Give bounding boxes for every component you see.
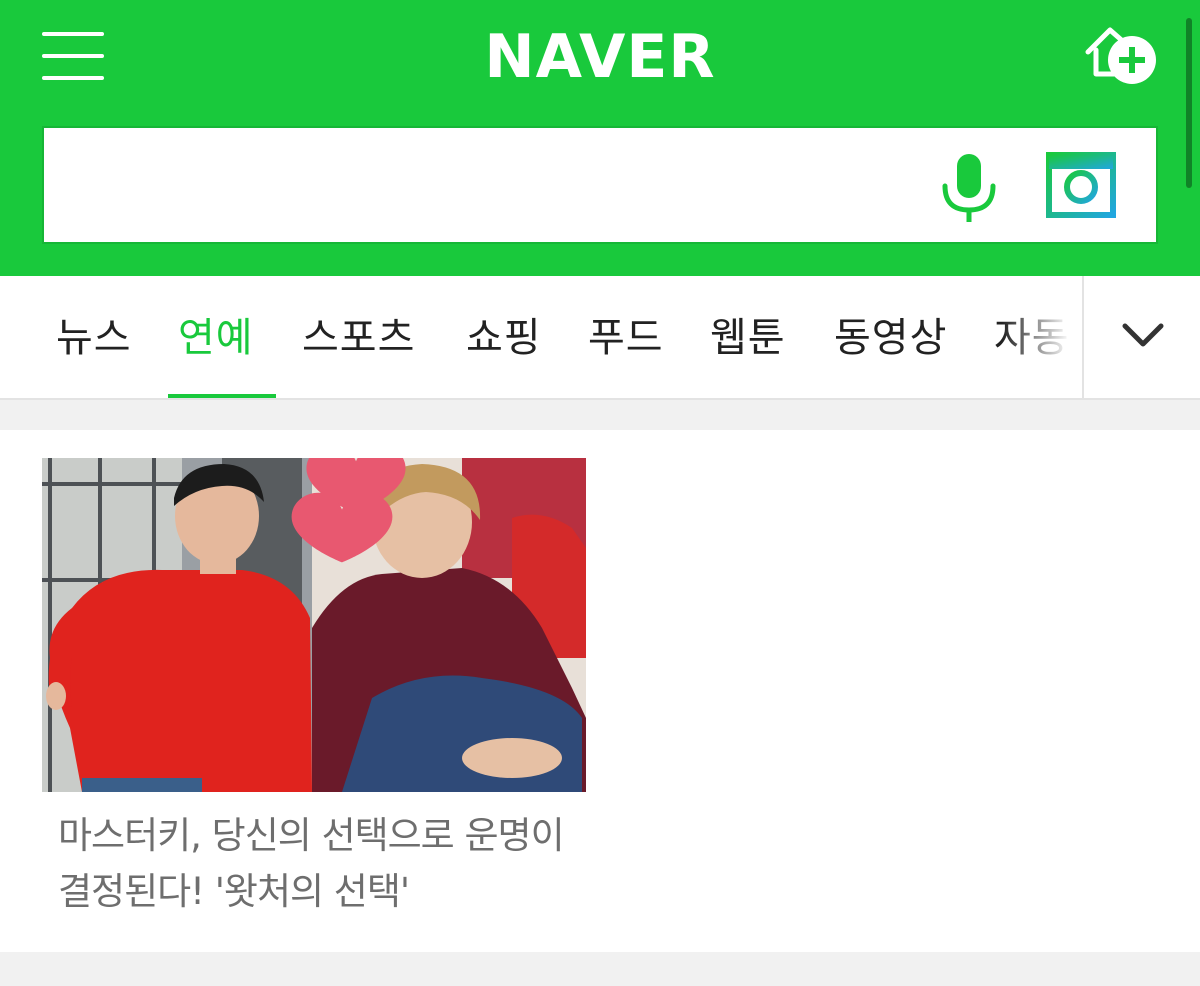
article-title[interactable]: 마스터키, 당신의 선택으로 운명이 결정된다! '왓처의 선택' [58,808,578,920]
tab-entertainment[interactable]: 연예 [178,308,254,368]
microphone-icon[interactable] [938,150,1000,226]
page-scrollbar[interactable] [1186,18,1192,188]
active-tab-indicator [168,394,276,398]
tabs-expand-button[interactable] [1082,276,1200,398]
section-divider-bottom [0,952,1200,986]
tab-video[interactable]: 동영상 [834,308,947,368]
search-input[interactable] [64,148,924,222]
tab-sports[interactable]: 스포츠 [302,308,415,368]
chevron-down-icon [1122,323,1164,347]
camera-lens-icon[interactable] [1046,152,1116,218]
search-box [42,126,1158,244]
top-header: NAVER [0,0,1200,276]
tab-shopping[interactable]: 쇼핑 [466,308,542,368]
section-divider [0,400,1200,430]
article-thumbnail[interactable] [42,458,586,792]
hamburger-menu-icon[interactable] [42,32,104,80]
naver-logo[interactable]: NAVER [440,22,760,92]
tabs-fade-overlay [1002,276,1082,398]
news-card[interactable]: 마스터키, 당신의 선택으로 운명이 결정된다! '왓처의 선택' [42,458,586,928]
category-tabs: 뉴스 연예 스포츠 쇼핑 푸드 웹툰 동영상 자동 [0,276,1200,400]
tabs-scroll-area[interactable]: 뉴스 연예 스포츠 쇼핑 푸드 웹툰 동영상 자동 [0,276,1082,398]
tab-news[interactable]: 뉴스 [56,308,132,368]
tab-webtoon[interactable]: 웹툰 [710,308,786,368]
home-add-icon[interactable] [1082,22,1160,86]
tab-food[interactable]: 푸드 [588,308,664,368]
